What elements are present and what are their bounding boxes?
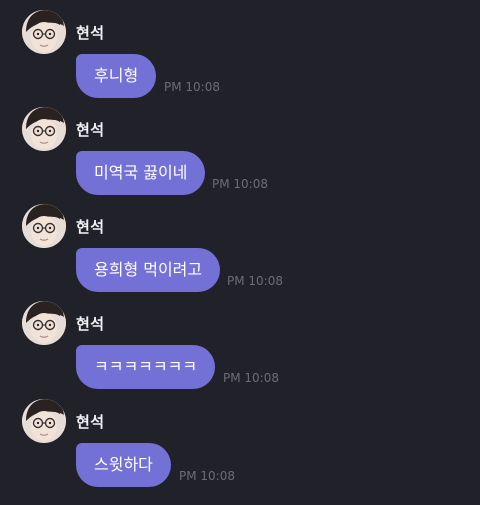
avatar-photo-icon [22,399,66,443]
avatar-photo-icon [22,10,66,54]
avatar-photo-icon [22,107,66,151]
avatar-photo-icon [22,301,66,345]
message-item: 현석 용희형 먹이려고 PM 10:08 [0,194,480,292]
message-timestamp: PM 10:08 [227,274,283,288]
avatar[interactable] [22,301,66,345]
message-item: 현석 스윗하다 PM 10:08 [0,389,480,487]
message-bubble[interactable]: 스윗하다 [76,443,171,487]
message-timestamp: PM 10:08 [164,80,220,94]
message-bubble[interactable]: 용희형 먹이려고 [76,248,221,292]
message-item: 현석 후니형 PM 10:08 [0,0,480,98]
message-timestamp: PM 10:08 [223,371,279,385]
message-timestamp: PM 10:08 [179,469,235,483]
avatar[interactable] [22,399,66,443]
message-bubble[interactable]: 미역국 끓이네 [76,151,206,195]
chat-message-list[interactable]: 현석 후니형 PM 10:08 현석 미역국 끓이네 PM 10:08 현석 용… [0,0,480,505]
avatar[interactable] [22,10,66,54]
sender-name: 현석 [76,413,105,431]
avatar[interactable] [22,107,66,151]
message-bubble[interactable]: ㅋㅋㅋㅋㅋㅋㅋ [76,345,216,389]
sender-name: 현석 [76,121,105,139]
sender-name: 현석 [76,218,105,236]
message-bubble[interactable]: 후니형 [76,54,157,98]
message-timestamp: PM 10:08 [212,177,268,191]
sender-name: 현석 [76,24,105,42]
sender-name: 현석 [76,315,105,333]
avatar-photo-icon [22,204,66,248]
message-item: 현석 ㅋㅋㅋㅋㅋㅋㅋ PM 10:08 [0,291,480,389]
avatar[interactable] [22,204,66,248]
message-item: 현석 미역국 끓이네 PM 10:08 [0,97,480,195]
